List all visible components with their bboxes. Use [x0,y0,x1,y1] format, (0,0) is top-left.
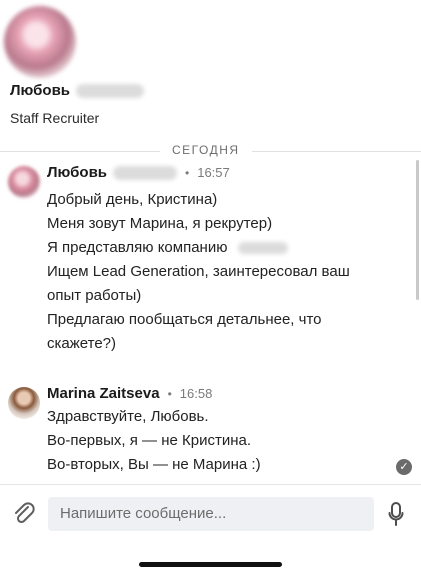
message-body: Добрый день, Кристина) Меня зовут Марина… [47,188,350,356]
message-line-with-redaction: Я представляю компанию [47,236,350,260]
sender-avatar[interactable] [8,387,40,419]
sender-name[interactable]: Любовь [47,164,107,181]
message-line: Предлагаю пообщаться детальнее, что [47,311,322,328]
profile-title: Staff Recruiter [10,110,100,126]
message-line: Во-вторых, Вы — не Марина :) [47,456,261,473]
message-time: 16:58 [179,386,213,401]
message-line: Меня зовут Марина, я рекрутер) [47,215,273,232]
message-line: скажете?) [47,335,116,352]
message-input[interactable]: Напишите сообщение... [48,497,374,531]
sender-name[interactable]: Marina Zaitseva [47,385,160,402]
date-divider-label: СЕГОДНЯ [160,143,252,157]
message-header: Любовь • 16:57 [47,164,230,181]
message-item: Любовь • 16:57 Добрый день, Кристина) Ме… [0,162,421,362]
message-line: Во-первых, я — не Кристина. [47,432,251,449]
redacted-surname [76,83,145,98]
message-header: Marina Zaitseva • 16:58 [47,385,212,402]
message-body: Здравствуйте, Любовь. Во-первых, я — не … [47,405,261,477]
separator-dot: • [167,386,172,401]
message-line: Здравствуйте, Любовь. [47,408,209,425]
profile-name[interactable]: Любовь [10,82,70,99]
message-time: 16:57 [197,165,230,180]
separator-dot: • [185,165,190,180]
message-line: Добрый день, Кристина) [47,191,218,208]
profile-header: Любовь Staff Recruiter [0,0,421,140]
profile-name-row: Любовь [10,82,145,99]
redacted-surname [113,165,178,180]
redacted-company [237,242,288,255]
message-line: Ищем Lead Generation, заинтересовал ваш [47,263,350,280]
scrollbar[interactable] [416,160,419,300]
profile-avatar[interactable] [4,6,76,78]
message-line: опыт работы) [47,287,142,304]
sender-avatar[interactable] [8,166,40,198]
microphone-icon[interactable] [388,501,404,527]
paperclip-icon[interactable] [12,501,36,527]
message-line-text: Я представляю компанию [47,239,228,256]
check-circle-icon: ✓ [396,459,412,475]
message-item: Marina Zaitseva • 16:58 Здравствуйте, Лю… [0,383,421,483]
home-indicator[interactable] [139,562,282,567]
